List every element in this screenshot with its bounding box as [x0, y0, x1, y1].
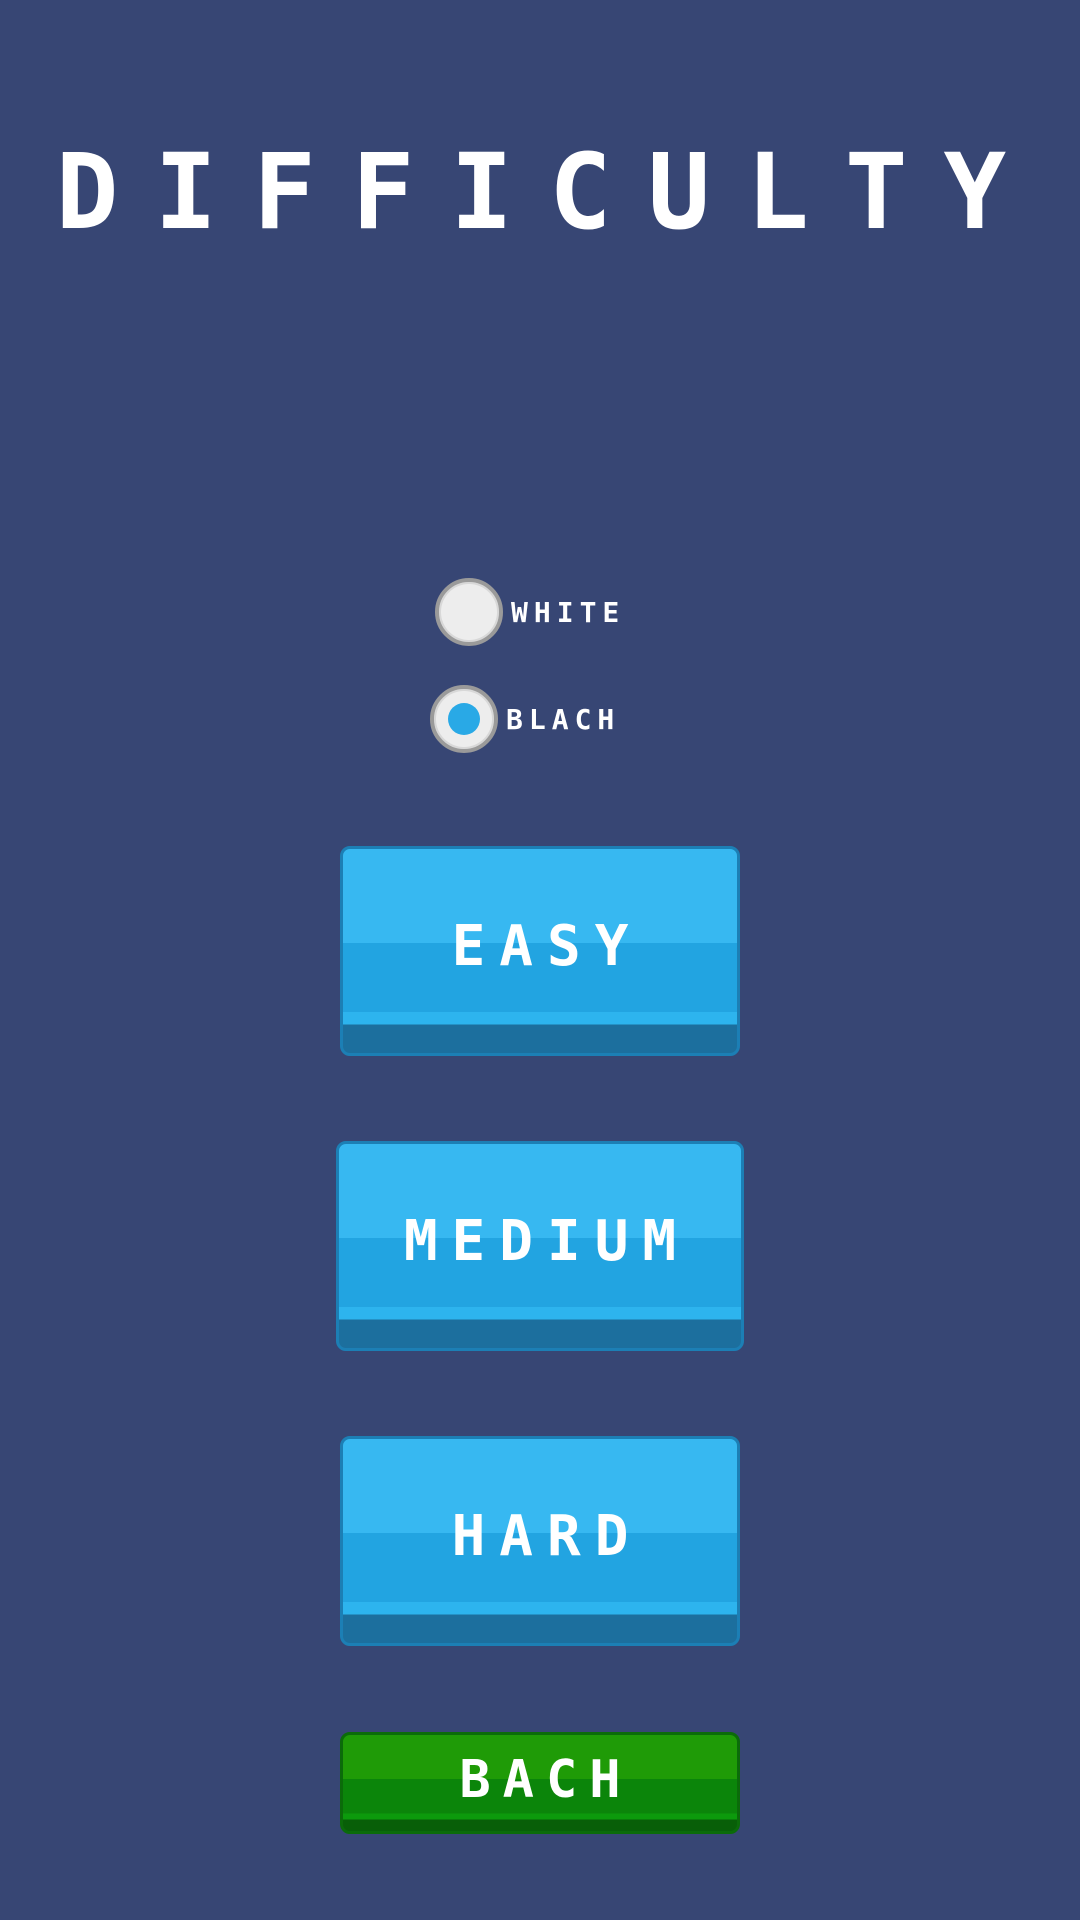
radio-label-white: WHITE	[511, 595, 626, 629]
radio-selected-dot	[448, 703, 480, 735]
radio-option-white[interactable]: WHITE	[435, 578, 625, 646]
radio-option-black[interactable]: BLACH	[430, 685, 620, 753]
hard-button[interactable]: HARD	[340, 1436, 740, 1646]
back-button[interactable]: BACH	[340, 1732, 740, 1834]
radio-button-black[interactable]	[430, 685, 498, 753]
medium-button[interactable]: MEDIUM	[336, 1141, 744, 1351]
page-title: DIFFICULTY	[55, 131, 1043, 253]
radio-label-black: BLACH	[506, 702, 621, 736]
radio-button-white[interactable]	[435, 578, 503, 646]
easy-button[interactable]: EASY	[340, 846, 740, 1056]
